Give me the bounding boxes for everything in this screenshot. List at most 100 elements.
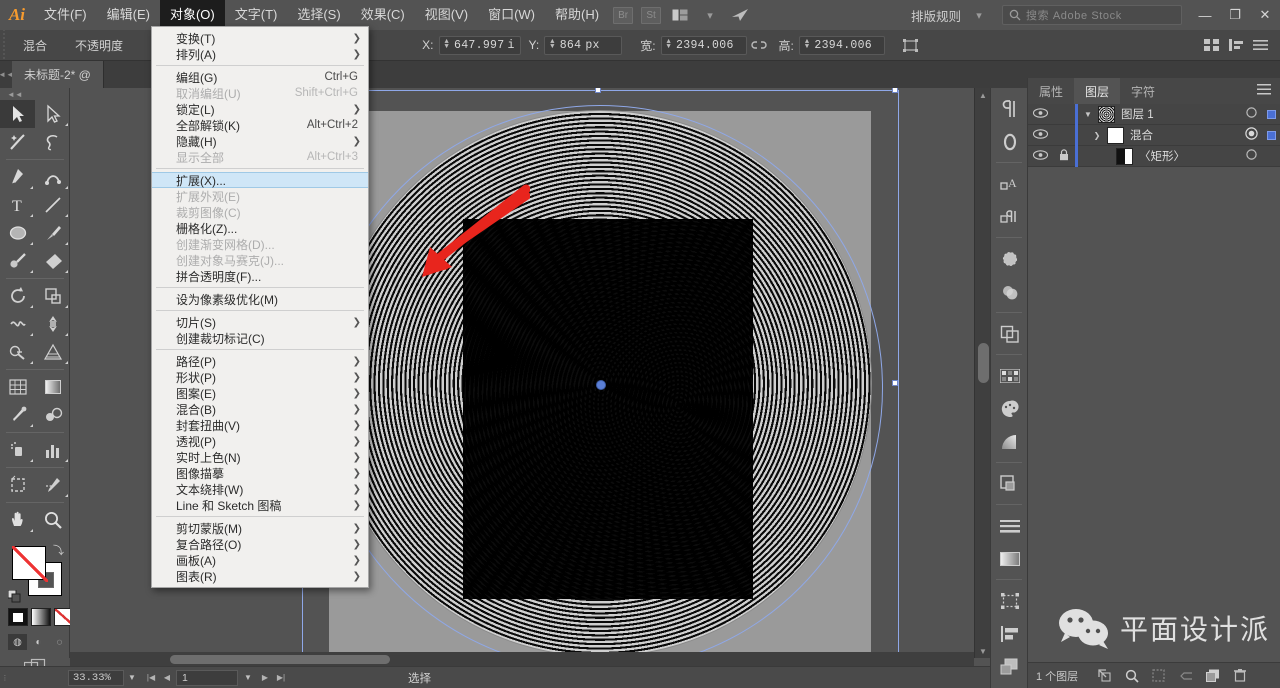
layer-lock-icon[interactable] bbox=[1053, 148, 1075, 164]
menu-item-29[interactable]: 复合路径(O) ❯ bbox=[152, 536, 368, 552]
panel-tab-1[interactable]: 图层 bbox=[1074, 78, 1121, 104]
create-sublayer-icon[interactable] bbox=[1173, 666, 1198, 686]
align-panel-icon[interactable] bbox=[991, 617, 1028, 650]
menu-item-27[interactable]: Line 和 Sketch 图稿 ❯ bbox=[152, 497, 368, 513]
color-panel-icon[interactable] bbox=[991, 392, 1028, 425]
panel-tab-2[interactable]: 字符 bbox=[1120, 78, 1166, 104]
y-input[interactable]: ▲ ▼ 864 px bbox=[544, 35, 623, 55]
height-input[interactable]: ▲ ▼ 2394.006 bbox=[798, 35, 885, 55]
broken-link-icon[interactable] bbox=[747, 33, 771, 57]
slice-tool[interactable] bbox=[35, 471, 70, 499]
create-new-layer-icon[interactable] bbox=[1200, 666, 1225, 686]
selection-tool[interactable] bbox=[0, 100, 35, 128]
shaper-tool[interactable] bbox=[0, 247, 35, 275]
arrange-icon[interactable] bbox=[1224, 33, 1248, 57]
transform-icon[interactable] bbox=[899, 33, 923, 57]
selection-handle[interactable] bbox=[892, 380, 898, 386]
transparency-panel-icon[interactable] bbox=[991, 467, 1028, 500]
first-page-icon[interactable]: |◀ bbox=[144, 670, 158, 686]
eraser-tool[interactable] bbox=[35, 247, 70, 275]
default-fill-stroke-icon[interactable] bbox=[7, 589, 21, 603]
x-input[interactable]: ▲ ▼ 647.997 i bbox=[438, 35, 521, 55]
status-bar-grip[interactable]: ⋮ bbox=[0, 667, 10, 688]
tools-panel-grip[interactable]: ◄◄ bbox=[0, 88, 69, 100]
menu-6[interactable]: 视图(V) bbox=[415, 0, 478, 30]
swap-fill-stroke-icon[interactable]: ⤵ bbox=[53, 542, 64, 558]
menu-item-26[interactable]: 文本绕排(W) ❯ bbox=[152, 481, 368, 497]
menu-item-30[interactable]: 画板(A) ❯ bbox=[152, 552, 368, 568]
artboard[interactable] bbox=[299, 88, 899, 658]
menu-item-25[interactable]: 图像描摹 ❯ bbox=[152, 465, 368, 481]
scroll-down-icon[interactable]: ▼ bbox=[975, 644, 991, 658]
paintbrush-tool[interactable] bbox=[35, 219, 70, 247]
height-stepper-icon[interactable]: ▲ ▼ bbox=[805, 39, 810, 51]
y-stepper-icon[interactable]: ▲ ▼ bbox=[550, 39, 555, 51]
panel-options-icon[interactable] bbox=[1257, 84, 1280, 98]
canvas-horizontal-scrollbar[interactable] bbox=[70, 652, 974, 666]
symbols-panel-icon[interactable] bbox=[991, 275, 1028, 308]
make-clipping-mask-icon[interactable] bbox=[1146, 666, 1171, 686]
document-tab[interactable]: 未标题-2* @ bbox=[12, 61, 104, 88]
symbol-sprayer-tool[interactable] bbox=[0, 436, 35, 464]
mesh-tool[interactable] bbox=[0, 373, 35, 401]
layer-row-0[interactable]: ▼ 图层 1 bbox=[1028, 103, 1280, 125]
line-segment-tool[interactable] bbox=[35, 191, 70, 219]
draw-behind-icon[interactable]: ◐ bbox=[29, 634, 48, 650]
brushes-panel-icon[interactable] bbox=[991, 242, 1028, 275]
selection-handle[interactable] bbox=[595, 88, 601, 93]
page-number-input[interactable]: 1 bbox=[176, 669, 238, 686]
magic-wand-tool[interactable] bbox=[0, 128, 35, 156]
layers-stack-icon[interactable] bbox=[991, 650, 1028, 683]
gradient-panel-icon[interactable] bbox=[991, 425, 1028, 458]
perspective-grid-tool[interactable] bbox=[35, 338, 70, 366]
paragraph-panel-icon[interactable] bbox=[991, 92, 1028, 125]
prev-page-icon[interactable]: ◀ bbox=[160, 670, 174, 686]
window-restore-button[interactable]: ❐ bbox=[1220, 0, 1250, 30]
character-styles-panel-icon[interactable]: A bbox=[991, 167, 1028, 200]
menu-item-15[interactable]: 设为像素级优化(M) bbox=[152, 291, 368, 307]
layer-name[interactable]: 〈矩形〉 bbox=[1139, 148, 1240, 164]
panel-tab-0[interactable]: 属性 bbox=[1028, 78, 1074, 104]
fill-swatch-none[interactable] bbox=[12, 546, 48, 582]
last-page-icon[interactable]: ▶| bbox=[274, 670, 288, 686]
gradient-tool[interactable] bbox=[35, 373, 70, 401]
window-close-button[interactable]: ✕ bbox=[1250, 0, 1280, 30]
scroll-up-icon[interactable]: ▲ bbox=[975, 88, 991, 102]
horizontal-scroll-thumb[interactable] bbox=[170, 655, 390, 664]
object-menu-dropdown[interactable]: 变换(T) ❯ 排列(A) ❯ 编组(G) Ctrl+G 取消编组(U) Shift+Ctrl… bbox=[151, 26, 369, 588]
workspace-label[interactable]: 排版规则 bbox=[908, 6, 964, 25]
ellipse-tool[interactable] bbox=[0, 219, 35, 247]
menu-item-18[interactable]: 路径(P) ❯ bbox=[152, 353, 368, 369]
layer-target-icon[interactable] bbox=[1240, 106, 1262, 122]
layer-row-1[interactable]: ❯ 混合 bbox=[1028, 124, 1280, 146]
swatches-panel-icon[interactable] bbox=[991, 359, 1028, 392]
menu-item-5[interactable]: 全部解锁(K) Alt+Ctrl+2 bbox=[152, 117, 368, 133]
menu-item-19[interactable]: 形状(P) ❯ bbox=[152, 369, 368, 385]
color-swatch[interactable] bbox=[8, 608, 28, 626]
vertical-scroll-thumb[interactable] bbox=[978, 343, 989, 383]
layer-selection-square[interactable] bbox=[1262, 130, 1280, 140]
width-stepper-icon[interactable]: ▲ ▼ bbox=[667, 39, 672, 51]
gradient-swatch[interactable] bbox=[31, 608, 51, 626]
scale-tool[interactable] bbox=[35, 282, 70, 310]
layer-name[interactable]: 混合 bbox=[1130, 127, 1240, 143]
menu-0[interactable]: 文件(F) bbox=[34, 0, 97, 30]
menu-item-11[interactable]: 栅格化(Z)... bbox=[152, 220, 368, 236]
control-bar-grip[interactable] bbox=[0, 29, 9, 61]
rotate-tool[interactable] bbox=[0, 282, 35, 310]
width-input[interactable]: ▲ ▼ 2394.006 bbox=[660, 35, 747, 55]
menu-item-28[interactable]: 剪切蒙版(M) ❯ bbox=[152, 520, 368, 536]
tab-bar-grip[interactable]: ◄◄ bbox=[0, 61, 14, 88]
blend-tool[interactable] bbox=[35, 401, 70, 429]
paragraph-styles-panel-icon[interactable] bbox=[991, 200, 1028, 233]
bridge-badge[interactable]: Br bbox=[613, 6, 634, 24]
eyedropper-tool[interactable] bbox=[0, 401, 35, 429]
canvas-vertical-scrollbar[interactable]: ▲ ▼ bbox=[974, 88, 990, 658]
selection-bounding-box[interactable] bbox=[299, 88, 899, 658]
menu-8[interactable]: 帮助(H) bbox=[545, 0, 609, 30]
menu-7[interactable]: 窗口(W) bbox=[478, 0, 545, 30]
menu-item-21[interactable]: 混合(B) ❯ bbox=[152, 401, 368, 417]
zoom-tool[interactable] bbox=[35, 506, 70, 534]
layer-expand-chevron-icon[interactable]: ▼ bbox=[1078, 110, 1098, 119]
transform-panel-icon[interactable] bbox=[991, 584, 1028, 617]
